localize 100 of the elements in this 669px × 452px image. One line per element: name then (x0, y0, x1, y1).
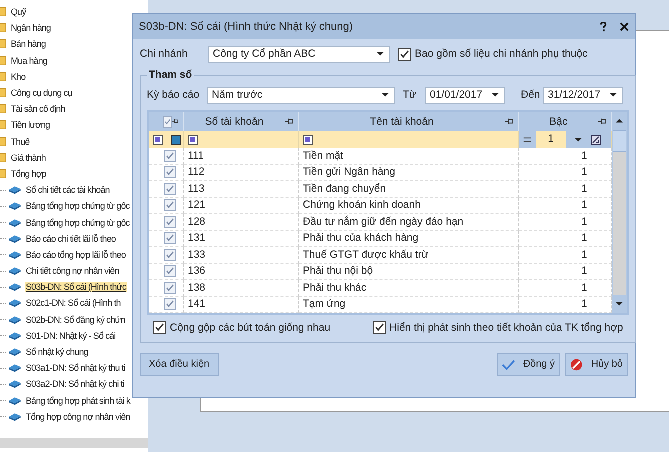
group-title: Tham số (148, 69, 194, 81)
row-checkbox[interactable] (164, 182, 176, 195)
tree-item[interactable]: Bảng tổng hợp chứng từ gốc (25, 201, 131, 212)
folder-icon (0, 23, 6, 34)
caret-icon (610, 93, 617, 97)
tree-item[interactable]: Tiền lương (10, 120, 52, 130)
table-cell: Phải thu của khách hàng (303, 232, 419, 244)
tree-item[interactable]: Bảng tổng hợp chứng từ gốc (25, 218, 131, 228)
tree-item[interactable]: Báo cáo tổng hợp lãi lỗ theo (25, 250, 127, 260)
row-checkbox[interactable] (164, 298, 176, 310)
tree-item[interactable]: Ngân hàng (10, 23, 52, 34)
tree-item[interactable]: Chi tiết công nợ nhân viên (25, 266, 120, 276)
dialog-title: S03b-DN: Sổ cái (Hình thức Nhật ký chung) (139, 20, 354, 32)
tree-item[interactable]: S03a1-DN: Sổ nhật ký thu ti (25, 363, 126, 374)
tree-item[interactable]: S02c1-DN: Sổ cái (Hình th (25, 298, 122, 308)
scrollbar[interactable] (612, 112, 628, 313)
close-icon[interactable] (620, 22, 629, 32)
table-cell: 112 (188, 166, 205, 178)
scroll-down-icon[interactable] (616, 302, 624, 306)
tree-item[interactable]: Công cụ dụng cụ (10, 88, 74, 98)
tree-item[interactable]: Sổ nhật ký chung (25, 347, 90, 358)
scroll-thumb[interactable] (613, 130, 626, 152)
clear-filter-icon[interactable] (591, 134, 601, 144)
tree-item[interactable]: S03b-DN: Sổ cái (Hình thức (25, 282, 128, 292)
folder-icon (0, 39, 6, 50)
tree-item[interactable]: Tài sản cố định (10, 104, 66, 114)
scrollbar[interactable] (0, 438, 148, 448)
caret-icon (377, 52, 384, 56)
folder-icon (0, 7, 6, 18)
folder-icon (0, 152, 6, 163)
filter-icon[interactable] (303, 134, 313, 144)
table-cell: Phải thu nội bộ (303, 265, 374, 278)
table-cell: 113 (188, 182, 205, 195)
table-cell: 136 (188, 265, 206, 278)
tree-item[interactable]: Sổ chi tiết các tài khoản (25, 185, 111, 196)
row-checkbox[interactable] (164, 265, 176, 278)
tree-item[interactable]: Thuế (10, 136, 31, 147)
row-checkbox[interactable] (164, 166, 176, 178)
tree-item[interactable]: Quỹ (10, 7, 28, 18)
row-checkbox[interactable] (164, 199, 176, 212)
tree-item[interactable]: Báo cáo chi tiết lãi lỗ theo (25, 234, 117, 244)
row-checkbox[interactable] (164, 150, 176, 162)
table-cell: 131 (188, 232, 206, 244)
table-cell: Thuế GTGT được khấu trừ (303, 248, 429, 261)
checkmark-icon (502, 358, 516, 370)
folder-icon (0, 72, 6, 82)
pin-icon[interactable] (598, 118, 608, 125)
tree-item[interactable]: Tổng hợp (10, 168, 48, 179)
row-checkbox[interactable] (164, 282, 176, 294)
tree-item[interactable]: Kho (10, 72, 27, 82)
cancel-button[interactable]: Hủy bỏ (565, 353, 628, 376)
tree-item[interactable]: Giá thành (10, 152, 47, 163)
folder-icon (0, 168, 6, 179)
table-cell: Phải thu khác (303, 282, 367, 294)
folder-icon (0, 120, 6, 130)
table-cell: Tiền mặt (303, 150, 344, 162)
folder-icon (0, 136, 6, 147)
row-checkbox[interactable] (164, 232, 176, 244)
from-date-field[interactable]: 01/01/2017 (425, 86, 505, 104)
tree-item[interactable]: Tổng hợp công nợ nhân viên (25, 412, 132, 422)
help-icon[interactable] (599, 22, 608, 32)
pin-icon[interactable] (285, 118, 294, 125)
caret-icon[interactable] (575, 138, 582, 142)
pin-icon[interactable] (505, 118, 514, 125)
tree-item[interactable]: S02b-DN: Sổ đăng ký chứn (25, 314, 126, 325)
checkbox[interactable] (398, 48, 411, 60)
checkbox[interactable] (153, 321, 166, 334)
table-cell: Tiền gửi Ngân hàng (303, 166, 396, 178)
table-cell: 138 (188, 282, 206, 294)
prohibited-icon (570, 358, 584, 370)
to-date-field[interactable]: 31/12/2017 (543, 86, 623, 104)
checkbox-label: Hiển thị phát sinh theo tiết khoản của TK tổng hợp (390, 322, 624, 334)
tree-item[interactable]: Mua hàng (10, 56, 48, 66)
checkbox[interactable] (372, 321, 386, 334)
tree-item[interactable]: Bán hàng (10, 39, 47, 50)
tree-item[interactable]: S03a2-DN: Sổ nhật ký chi ti (25, 379, 126, 390)
table-cell: 111 (188, 150, 204, 162)
table-cell: 1 (581, 182, 588, 195)
select-all-checkbox[interactable] (163, 116, 172, 128)
branch-dropdown[interactable]: Công ty Cổ phần ABC (208, 46, 390, 62)
table-cell: 121 (188, 199, 206, 212)
scroll-up-icon[interactable] (616, 119, 624, 123)
table-cell: Tạm ứng (303, 298, 346, 310)
row-checkbox[interactable] (164, 216, 176, 228)
tree-item[interactable]: S01-DN: Nhật ký - Sổ cái (25, 330, 117, 341)
ok-button[interactable]: Đồng ý (497, 353, 560, 376)
row-checkbox[interactable] (164, 248, 176, 261)
folder-icon (0, 56, 6, 66)
table-cell: 1 (581, 232, 588, 244)
table-cell: 1 (581, 199, 588, 212)
pin-icon[interactable] (172, 118, 179, 125)
tree-item[interactable]: Bảng tổng hợp phát sinh tài k (25, 396, 132, 406)
checkbox-label: Cộng gộp các bút toán giống nhau (170, 322, 331, 334)
period-dropdown[interactable]: Năm trước (207, 86, 395, 104)
table-cell: 1 (581, 265, 588, 278)
level-filter-field[interactable]: 1 (536, 131, 566, 148)
equals-icon[interactable] (523, 136, 532, 142)
table-cell: 1 (581, 298, 588, 310)
period-label: Kỳ báo cáo (147, 89, 201, 101)
clear-conditions-button[interactable]: Xóa điều kiện (140, 353, 219, 376)
